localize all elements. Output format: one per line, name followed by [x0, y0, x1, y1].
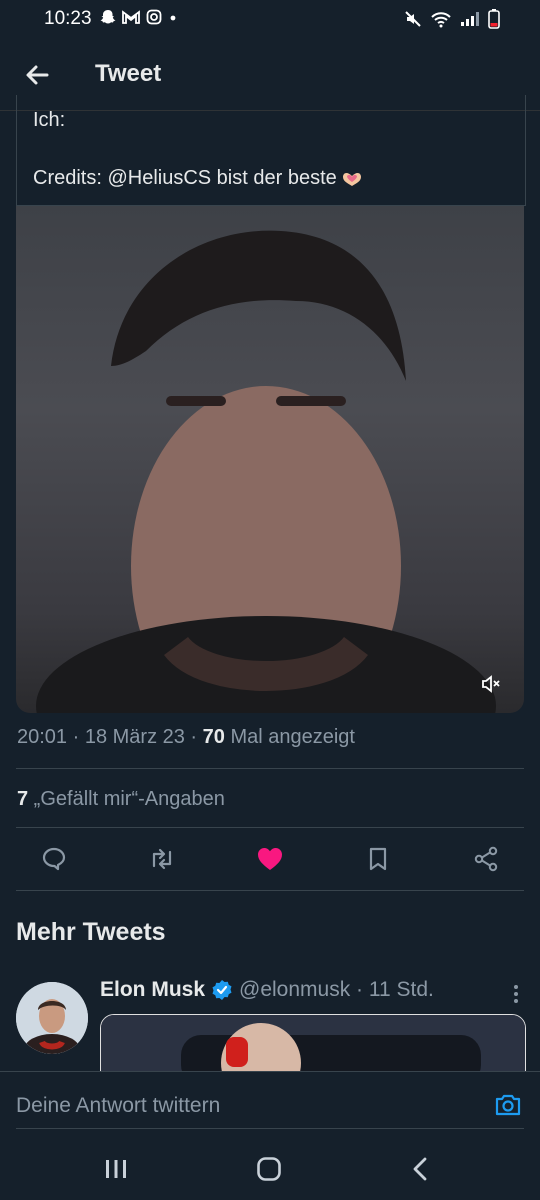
- system-navigation-bar: [0, 1136, 540, 1200]
- retweet-icon: [152, 848, 172, 870]
- volume-off-icon: [482, 675, 500, 693]
- chevron-left-icon: [413, 1157, 427, 1181]
- divider: [16, 768, 524, 769]
- battery-icon: [488, 9, 500, 29]
- bookmark-button[interactable]: [340, 838, 416, 880]
- author-handle-time: @elonmusk · 11 Std.: [239, 978, 434, 1001]
- quoted-tweet-text-line1: Ich:: [33, 109, 66, 131]
- author-name[interactable]: Elon Musk: [100, 978, 205, 1002]
- likes-label: „Gefällt mir“-Angaben: [28, 788, 225, 810]
- notification-icons: [100, 9, 178, 25]
- heart-filled-icon: [258, 848, 282, 870]
- video-frame-person: [36, 230, 496, 713]
- instagram-icon: [146, 9, 162, 25]
- system-back-button[interactable]: [410, 1156, 430, 1187]
- tweet-options-button[interactable]: [510, 982, 522, 1008]
- recent-apps-icon: [106, 1160, 126, 1178]
- divider: [16, 1128, 524, 1129]
- likes-summary[interactable]: 7 „Gefällt mir“-Angaben: [17, 788, 225, 811]
- snapchat-icon: [100, 10, 116, 24]
- divider: [16, 827, 524, 828]
- status-time: 10:23: [44, 8, 92, 29]
- video-mute-button[interactable]: [480, 673, 502, 695]
- heart-hands-emoji-icon: [342, 173, 361, 186]
- camera-icon: [495, 1094, 521, 1116]
- tweet-author-line: Elon Musk @elonmusk · 11 Std.: [100, 978, 434, 1002]
- gmail-icon: [122, 10, 140, 24]
- tweet-action-bar: [16, 838, 524, 880]
- recent-apps-button[interactable]: [104, 1158, 128, 1185]
- views-label: Mal angezeigt: [224, 726, 355, 748]
- home-button[interactable]: [256, 1156, 282, 1187]
- back-button[interactable]: [20, 58, 54, 92]
- tweet-video[interactable]: [16, 206, 524, 713]
- add-media-button[interactable]: [494, 1092, 522, 1118]
- reply-composer-bar: Deine Antwort twittern: [0, 1071, 540, 1136]
- like-button[interactable]: [232, 838, 308, 880]
- views-count: 70: [202, 726, 225, 748]
- more-notifications-dot-icon: [170, 15, 176, 21]
- reply-icon: [42, 847, 66, 871]
- reply-button[interactable]: [16, 838, 92, 880]
- verified-badge-icon: [212, 980, 232, 1000]
- wifi-icon: [431, 12, 451, 28]
- signal-icon: [461, 12, 479, 26]
- more-vertical-icon: [514, 985, 518, 1003]
- arrow-left-icon: [26, 65, 49, 85]
- tweet-timestamp: 20:01 · 18 März 23 ·: [17, 726, 203, 748]
- retweet-button[interactable]: [124, 838, 200, 880]
- status-bar: 10:23: [0, 0, 540, 40]
- reply-input[interactable]: Deine Antwort twittern: [16, 1094, 220, 1118]
- quoted-tweet-text-line2: Credits: @HeliusCS bist der beste: [33, 167, 365, 190]
- more-tweets-heading: Mehr Tweets: [16, 918, 166, 946]
- bookmark-icon: [369, 847, 387, 871]
- divider: [16, 890, 524, 891]
- share-button[interactable]: [448, 838, 524, 880]
- mute-status-icon: [405, 11, 421, 27]
- system-icons: [404, 9, 500, 29]
- avatar-image: [16, 982, 88, 1054]
- avatar[interactable]: [16, 982, 88, 1054]
- tweet-timestamp-views: 20:01 · 18 März 23 · 70 Mal angezeigt: [17, 726, 355, 749]
- quoted-tweet-card[interactable]: Ich: Credits: @HeliusCS bist der beste: [16, 95, 526, 206]
- home-icon: [257, 1157, 281, 1181]
- page-title: Tweet: [95, 60, 162, 87]
- likes-count: 7: [17, 788, 29, 810]
- share-icon: [474, 846, 498, 872]
- quoted-tweet-credits-text: Credits: @HeliusCS bist der beste: [33, 167, 337, 189]
